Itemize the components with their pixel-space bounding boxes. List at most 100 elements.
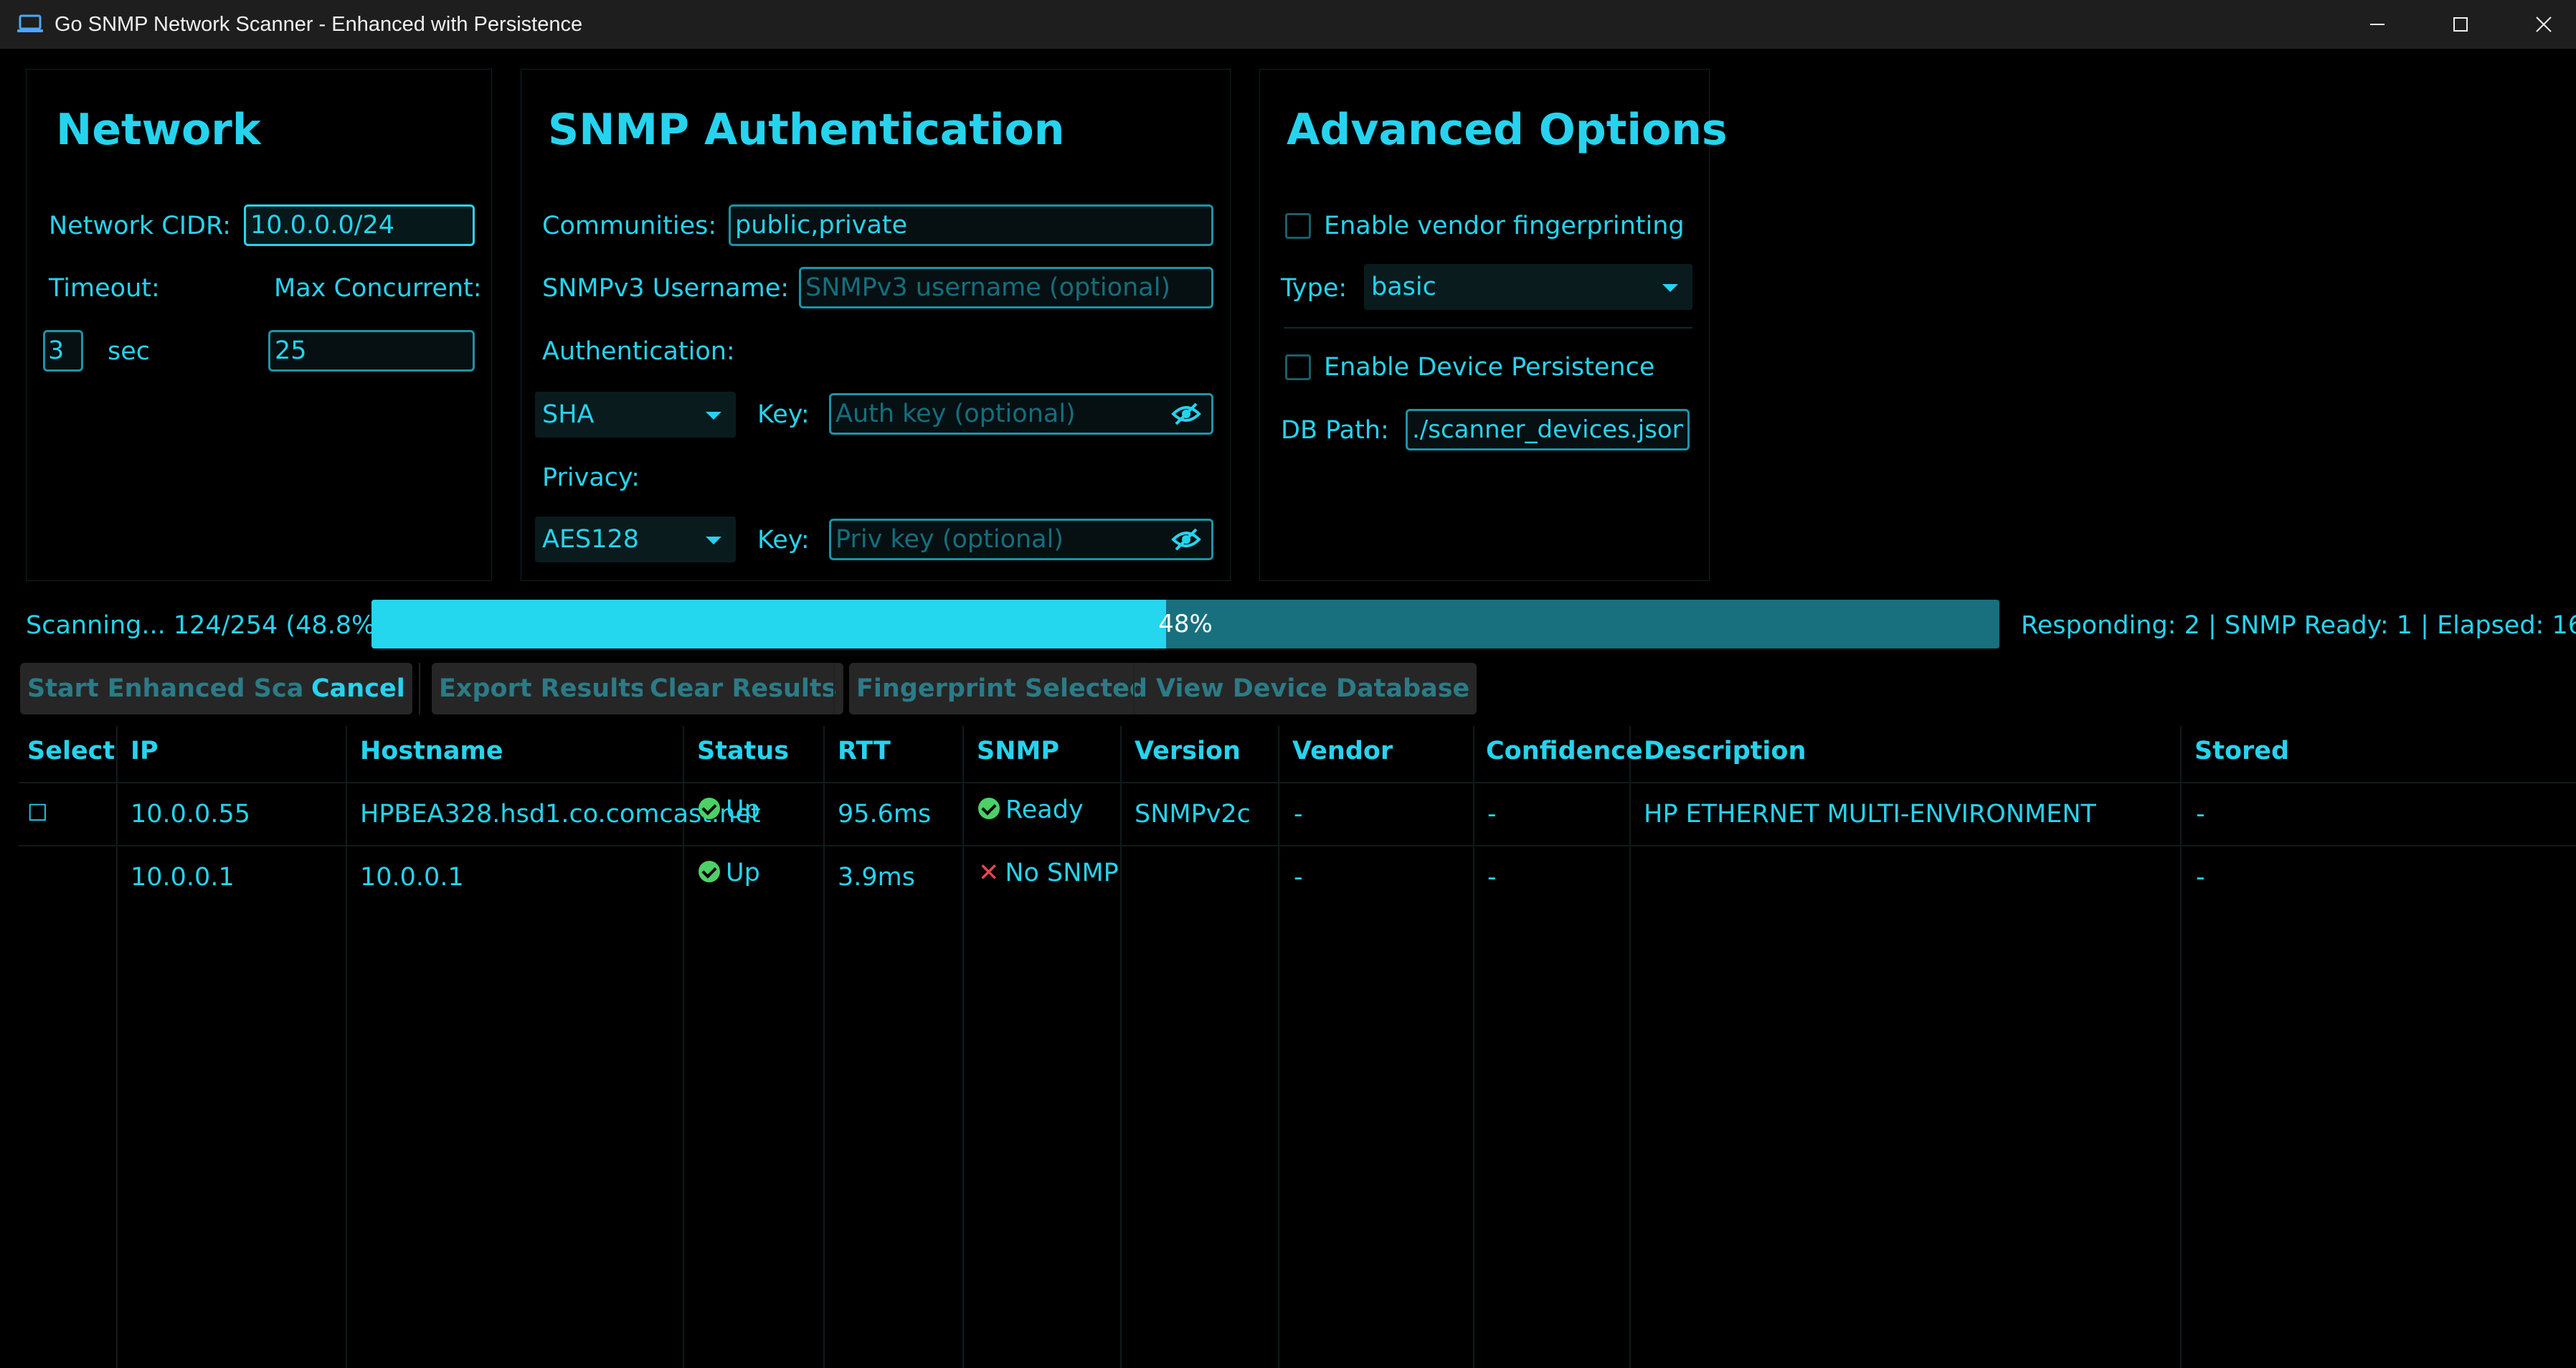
column-header-rtt[interactable]: RTT — [838, 735, 891, 768]
privacy-protocol-value: AES128 — [542, 525, 640, 554]
column-divider — [1629, 726, 1631, 1368]
minimize-button[interactable] — [2338, 0, 2417, 49]
fingerprint-selected-button[interactable]: Fingerprint Selected — [849, 663, 1155, 714]
column-divider — [116, 726, 118, 1368]
view-device-database-button[interactable]: View Device Database — [1149, 663, 1477, 714]
cell-status: Up — [699, 793, 760, 826]
communities-label: Communities: — [542, 212, 717, 240]
toolbar-separator — [833, 663, 835, 714]
column-header-confidence[interactable]: Confidence — [1486, 735, 1643, 768]
window-titlebar: Go SNMP Network Scanner - Enhanced with … — [0, 0, 2576, 49]
results-table: Select IP Hostname Status RTT SNMP Versi… — [19, 726, 2576, 1368]
cell-confidence: - — [1487, 800, 1497, 829]
fingerprint-type-select[interactable]: basic — [1364, 264, 1692, 310]
fingerprint-checkbox[interactable] — [1285, 213, 1311, 239]
snmpv3-username-input[interactable] — [799, 267, 1213, 308]
auth-key-input[interactable] — [829, 393, 1213, 435]
cell-description: HP ETHERNET MULTI-ENVIRONMENT — [1644, 800, 2096, 829]
column-divider — [823, 726, 825, 1368]
cell-snmp: ✕ No SNMP — [978, 857, 1119, 890]
cell-snmp-text: No SNMP — [1005, 859, 1119, 887]
cell-rtt: 3.9ms — [838, 863, 915, 892]
eye-off-icon[interactable] — [1170, 400, 1202, 428]
fingerprint-type-value: basic — [1371, 273, 1436, 301]
column-header-description[interactable]: Description — [1644, 735, 1806, 768]
priv-key-input[interactable] — [829, 519, 1213, 560]
maximize-button[interactable] — [2421, 0, 2500, 49]
max-concurrent-label: Max Concurrent: — [274, 274, 482, 303]
column-divider — [1120, 726, 1122, 1368]
column-header-vendor[interactable]: Vendor — [1292, 735, 1393, 768]
cell-hostname: 10.0.0.1 — [360, 863, 464, 892]
auth-key-label: Key: — [757, 400, 810, 429]
column-divider — [346, 726, 347, 1368]
privacy-label: Privacy: — [542, 463, 640, 492]
column-header-version[interactable]: Version — [1135, 735, 1241, 768]
cell-stored: - — [2196, 863, 2205, 892]
timeout-unit-label: sec — [108, 337, 151, 366]
column-header-snmp[interactable]: SNMP — [977, 735, 1059, 768]
cell-status-text: Up — [726, 859, 760, 887]
laptop-icon — [17, 14, 43, 33]
authentication-label: Authentication: — [542, 337, 735, 366]
timeout-input[interactable] — [43, 330, 83, 372]
cell-vendor: - — [1294, 863, 1303, 892]
cell-vendor: - — [1294, 800, 1303, 829]
check-circle-icon — [978, 798, 1000, 819]
network-heading: Network — [56, 105, 261, 155]
advanced-divider — [1284, 327, 1692, 329]
check-circle-icon — [699, 861, 720, 882]
row-divider — [19, 845, 2576, 846]
maximize-icon — [2453, 17, 2468, 32]
cancel-button[interactable]: Cancel — [304, 663, 412, 714]
x-mark-icon: ✕ — [978, 859, 1000, 887]
scan-status-text: Scanning... 124/254 (48.8%) — [26, 611, 385, 640]
db-path-input[interactable] — [1406, 409, 1690, 451]
db-path-label: DB Path: — [1281, 416, 1389, 445]
chevron-down-icon — [706, 412, 721, 420]
start-enhanced-scan-button[interactable]: Start Enhanced Scan — [20, 663, 329, 714]
chevron-down-icon — [706, 537, 721, 544]
toolbar-separator — [1133, 663, 1135, 714]
eye-off-icon[interactable] — [1170, 525, 1202, 554]
cell-status-text: Up — [726, 796, 760, 824]
privacy-protocol-select[interactable]: AES128 — [535, 516, 736, 562]
close-icon — [2536, 16, 2552, 32]
column-divider — [1473, 726, 1474, 1368]
fingerprint-label: Enable vendor fingerprinting — [1324, 212, 1685, 240]
row-select-checkbox[interactable]: ☐ — [27, 796, 48, 829]
max-concurrent-input[interactable] — [268, 330, 475, 372]
chevron-down-icon — [1662, 284, 1678, 292]
scan-progress-bar: 48% — [371, 600, 1999, 648]
column-header-select[interactable]: Select — [27, 735, 115, 768]
cell-version: SNMPv2c — [1135, 800, 1251, 829]
communities-input[interactable] — [729, 204, 1213, 246]
auth-protocol-value: SHA — [542, 400, 595, 429]
close-button[interactable] — [2504, 0, 2576, 49]
type-label: Type: — [1281, 274, 1348, 303]
priv-key-label: Key: — [757, 526, 810, 555]
export-results-button[interactable]: Export Results — [432, 663, 653, 714]
minimize-icon — [2370, 24, 2385, 25]
advanced-options-heading: Advanced Options — [1287, 105, 1728, 155]
column-header-ip[interactable]: IP — [131, 735, 158, 768]
column-divider — [962, 726, 964, 1368]
cell-status: Up — [699, 857, 760, 890]
timeout-label: Timeout: — [49, 274, 160, 303]
header-divider — [19, 782, 2576, 783]
snmpv3-username-label: SNMPv3 Username: — [542, 274, 790, 303]
scan-progress-percent: 48% — [1158, 610, 1213, 638]
scan-summary-text: Responding: 2 | SNMP Ready: 1 | Elapsed:… — [2021, 611, 2576, 640]
column-header-hostname[interactable]: Hostname — [360, 735, 503, 768]
check-circle-icon — [699, 798, 720, 819]
network-cidr-input[interactable] — [244, 204, 475, 246]
auth-protocol-select[interactable]: SHA — [535, 392, 736, 438]
cell-ip: 10.0.0.1 — [131, 863, 235, 892]
cell-snmp: Ready — [978, 793, 1084, 826]
window-title: Go SNMP Network Scanner - Enhanced with … — [55, 13, 583, 36]
column-header-status[interactable]: Status — [697, 735, 789, 768]
cell-stored: - — [2196, 800, 2205, 829]
clear-results-button[interactable]: Clear Results — [643, 663, 844, 714]
persistence-checkbox[interactable] — [1285, 354, 1311, 380]
column-header-stored[interactable]: Stored — [2194, 735, 2289, 768]
